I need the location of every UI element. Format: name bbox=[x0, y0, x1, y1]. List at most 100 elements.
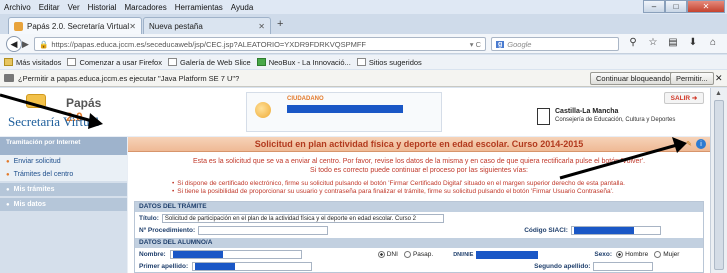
maximize-icon[interactable]: □ bbox=[665, 0, 687, 13]
nombre-field[interactable] bbox=[169, 250, 302, 259]
sidebar-item-tramites-centro[interactable]: ● Trámites del centro bbox=[0, 168, 127, 181]
note-certificate: Si dispone de certificado electrónico, f… bbox=[172, 180, 702, 188]
new-tab-icon[interactable]: + bbox=[277, 18, 283, 30]
menu-herramientas[interactable]: Herramientas bbox=[175, 3, 223, 12]
main-content: Solicitud en plan actividad física y dep… bbox=[128, 137, 710, 273]
neobux-icon bbox=[256, 58, 266, 66]
scroll-up-icon[interactable]: ▲ bbox=[715, 90, 722, 97]
bookmark-galeria[interactable]: Galería de Web Slice bbox=[167, 58, 251, 67]
home-icon[interactable]: ⌂ bbox=[703, 37, 723, 48]
url-bar[interactable]: 🔒 https://papas.educa.jccm.es/seceducawe… bbox=[34, 37, 486, 51]
scroll-thumb[interactable] bbox=[714, 100, 724, 270]
menu-ver[interactable]: Ver bbox=[68, 3, 80, 12]
back-icon[interactable]: ◀ bbox=[6, 36, 22, 52]
menu-archivo[interactable]: Archivo bbox=[4, 3, 31, 12]
row-titulo: Título: Solicitud de participación en el… bbox=[139, 213, 444, 224]
section-datos-alumno: DATOS DEL ALUMNO/A bbox=[135, 238, 703, 248]
row-apellidos: Primer apellido: Segundo apellido: bbox=[139, 261, 704, 272]
siaci-field[interactable] bbox=[570, 226, 661, 235]
sidebar-item-mis-tramites[interactable]: ● Mis trámites bbox=[0, 183, 127, 196]
user-avatar-icon bbox=[255, 102, 271, 118]
menu-historial[interactable]: Historial bbox=[88, 3, 117, 12]
apellido1-redacted bbox=[195, 263, 236, 270]
search-placeholder: Google bbox=[507, 39, 532, 49]
menu-bar: Archivo Editar Ver Historial Marcadores … bbox=[0, 0, 727, 14]
bookmark-star-icon[interactable]: ☆ bbox=[643, 37, 663, 48]
tab-papas[interactable]: Papás 2.0. Secretaría Virtual ✕ bbox=[8, 17, 142, 34]
procedimiento-field[interactable] bbox=[198, 226, 329, 235]
search-icon[interactable]: ⚲ bbox=[623, 37, 643, 48]
note-password: Si tiene la posibilidad de proporcionar … bbox=[172, 188, 702, 196]
close-tab-icon[interactable]: ✕ bbox=[258, 22, 265, 31]
forward-icon[interactable]: ▶ bbox=[22, 39, 29, 50]
titulo-field[interactable]: Solicitud de participación en el plan de… bbox=[161, 214, 444, 223]
menu-editar[interactable]: Editar bbox=[39, 3, 60, 12]
mujer-radio[interactable] bbox=[654, 251, 662, 258]
tab-bar: Papás 2.0. Secretaría Virtual ✕ Nueva pe… bbox=[0, 14, 727, 34]
close-tab-icon[interactable]: ✕ bbox=[129, 22, 136, 31]
tab-label: Nueva pestaña bbox=[149, 21, 203, 31]
application-form: DATOS DEL TRÁMITE Título: Solicitud de p… bbox=[134, 201, 704, 273]
siaci-redacted bbox=[573, 227, 634, 234]
checkmark-icon[interactable]: ✔ bbox=[672, 139, 682, 149]
citizen-name-redacted bbox=[287, 105, 403, 113]
continue-blocking-button[interactable]: Continuar bloqueando bbox=[590, 72, 676, 85]
sidebar-item-enviar-solicitud[interactable]: ● Enviar solicitud bbox=[0, 155, 127, 168]
bookmark-sitios[interactable]: Sitios sugeridos bbox=[356, 58, 422, 67]
menu-ayuda[interactable]: Ayuda bbox=[231, 3, 254, 12]
folder-icon bbox=[4, 58, 13, 66]
info-icon[interactable]: i bbox=[696, 139, 706, 149]
site-logo[interactable]: Papás 2.0 Secretaría Virtual bbox=[8, 94, 118, 134]
url-text: https://papas.educa.jccm.es/seceducaweb/… bbox=[51, 39, 366, 49]
jccm-logo: Castilla-La Mancha Consejería de Educaci… bbox=[537, 106, 677, 132]
exit-button[interactable]: SALIR ➜ bbox=[664, 92, 704, 104]
signature-tools: ✔ ✎ i bbox=[670, 139, 706, 149]
app-title: Papás bbox=[66, 96, 102, 110]
sidebar: Tramitación por Internet ● Enviar solicit… bbox=[0, 137, 127, 273]
page-title: Solicitud en plan actividad física y dep… bbox=[254, 139, 584, 149]
minimize-icon[interactable]: – bbox=[643, 0, 665, 13]
favicon-icon bbox=[14, 21, 23, 31]
nombre-redacted bbox=[172, 251, 223, 258]
logo-icon bbox=[26, 94, 46, 108]
org-department: Consejería de Educación, Cultura y Depor… bbox=[555, 117, 676, 123]
menu-icon[interactable]: ≡ bbox=[723, 37, 727, 48]
intro-text: Esta es la solicitud que se va a enviar … bbox=[192, 158, 646, 174]
menu-marcadores[interactable]: Marcadores bbox=[125, 3, 167, 12]
close-window-icon[interactable]: ✕ bbox=[687, 0, 725, 13]
dni-redacted bbox=[476, 250, 539, 259]
citizen-label: CIUDADANO bbox=[287, 96, 324, 102]
bookmark-comenzar[interactable]: Comenzar a usar Firefox bbox=[67, 58, 162, 67]
toolbar-icons: ⚲ ☆ ▤ ⬇ ⌂ ≡ bbox=[623, 37, 727, 48]
content-titlebar: Solicitud en plan actividad física y dep… bbox=[128, 137, 710, 152]
plugin-notification-bar: ¿Permitir a papas.educa.jccm.es ejecutar… bbox=[0, 70, 727, 87]
apellido2-field[interactable] bbox=[593, 262, 654, 271]
bullet-icon: ● bbox=[6, 186, 10, 193]
download-icon[interactable]: ⬇ bbox=[683, 37, 703, 48]
apellido1-field[interactable] bbox=[192, 262, 313, 271]
allow-button[interactable]: Permitir... bbox=[670, 72, 714, 85]
exit-icon: ➜ bbox=[691, 95, 698, 102]
dni-radio[interactable] bbox=[377, 251, 385, 258]
google-icon: g bbox=[496, 40, 505, 48]
bookmark-neobux[interactable]: NeoBux - La Innovació... bbox=[256, 58, 351, 67]
sidebar-item-mis-datos[interactable]: ● Mis datos bbox=[0, 198, 127, 211]
bookmarks-bar: Más visitados Comenzar a usar Firefox Ga… bbox=[0, 55, 727, 69]
page-scrollbar[interactable]: ▲ bbox=[710, 88, 727, 273]
library-icon[interactable]: ▤ bbox=[663, 37, 683, 48]
pasaporte-radio[interactable] bbox=[403, 251, 411, 258]
pencil-icon[interactable]: ✎ bbox=[684, 139, 694, 149]
section-datos-tramite: DATOS DEL TRÁMITE bbox=[135, 202, 703, 212]
row-nombre: Nombre: DNI Pasap. DNI/NIE Sexo: Hombre … bbox=[139, 250, 680, 259]
tab-new[interactable]: Nueva pestaña ✕ bbox=[143, 17, 271, 34]
citizen-box: CIUDADANO bbox=[246, 92, 442, 132]
site-header: Papás 2.0 Secretaría Virtual CIUDADANO C… bbox=[0, 88, 710, 136]
search-input[interactable]: g Google bbox=[491, 37, 619, 51]
bookmark-mas-visitados[interactable]: Más visitados bbox=[4, 58, 61, 67]
coat-of-arms-icon bbox=[537, 108, 550, 125]
close-notification-icon[interactable]: ✕ bbox=[715, 73, 723, 84]
reload-icon[interactable]: ▾ C bbox=[470, 40, 481, 49]
page-icon bbox=[167, 58, 177, 66]
hombre-radio[interactable] bbox=[616, 251, 624, 258]
sidebar-section-tramitacion: Tramitación por Internet bbox=[0, 137, 127, 155]
